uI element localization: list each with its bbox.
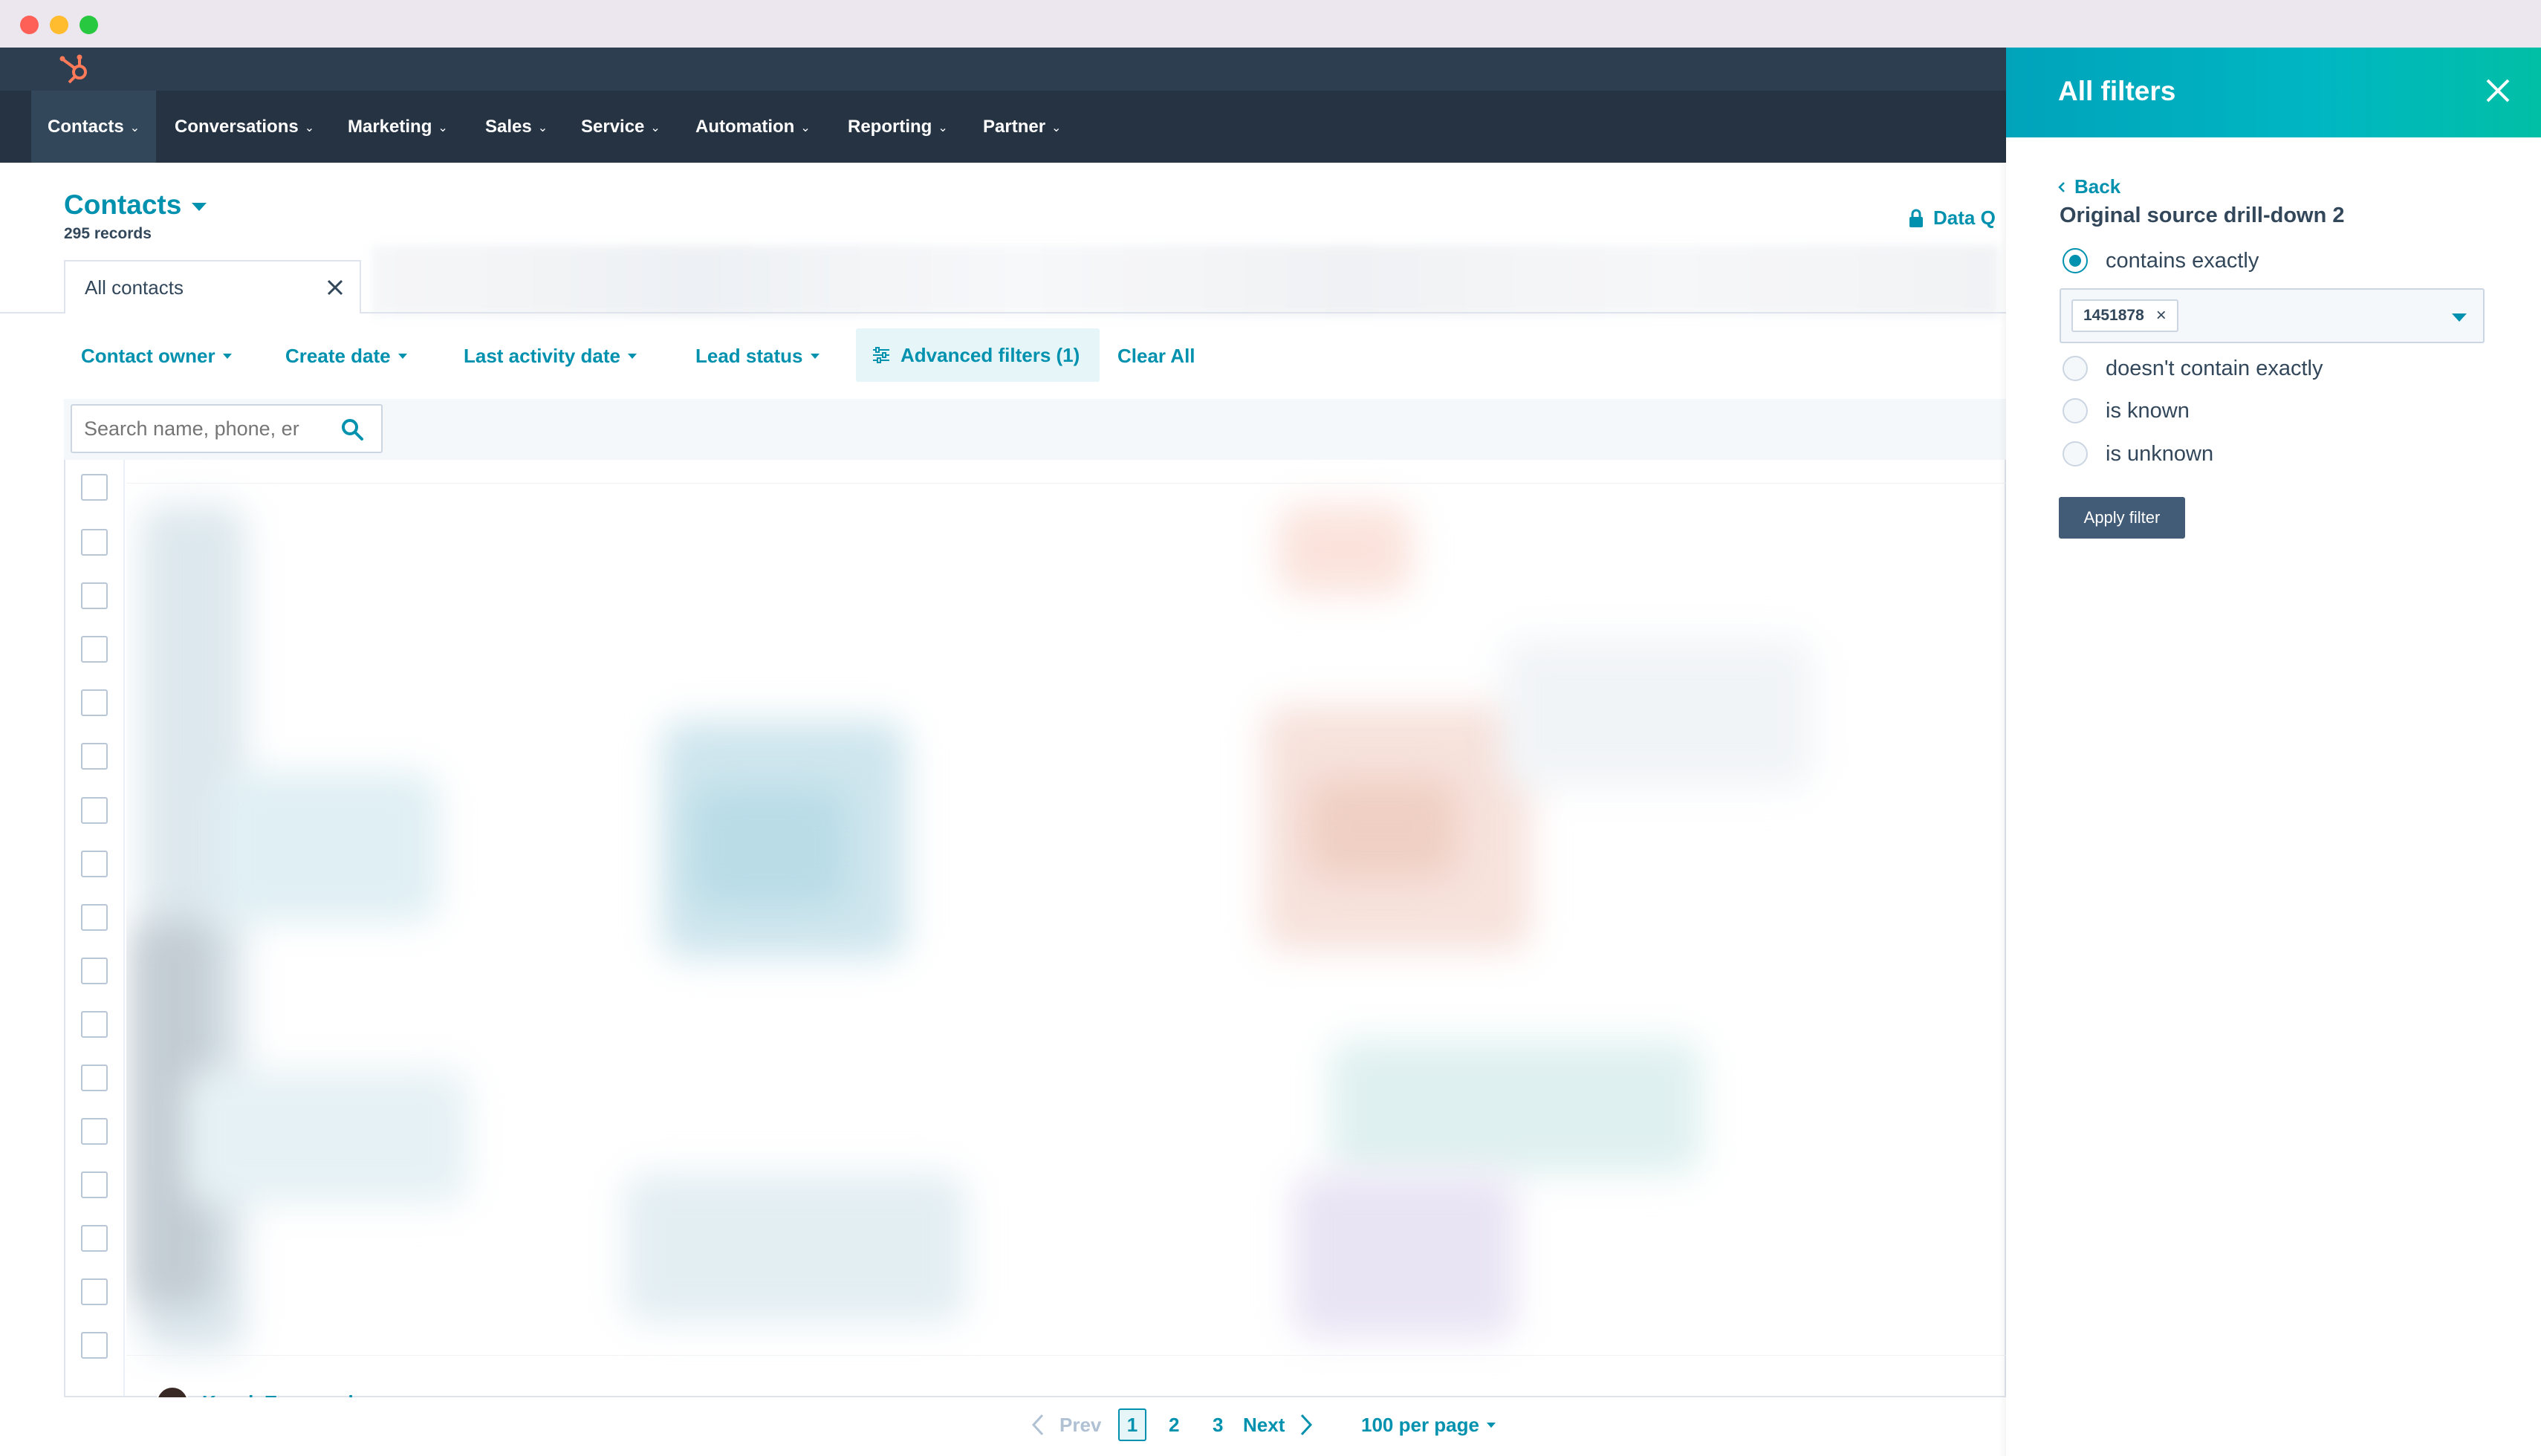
caret-down-icon (627, 353, 637, 359)
chevron-left-icon (1031, 1414, 1044, 1436)
nav-service[interactable]: Service ⌄ (565, 91, 677, 163)
pagination-bar (0, 1397, 2006, 1456)
window-close-icon[interactable] (20, 16, 39, 34)
radio-unselected[interactable] (2063, 441, 2088, 467)
row-checkbox[interactable] (81, 636, 108, 663)
nav-contacts[interactable]: Contacts ⌄ (31, 91, 157, 163)
row-checkbox[interactable] (81, 958, 108, 984)
next-page-button[interactable]: Next (1243, 1408, 1313, 1441)
row-divider (126, 1355, 2006, 1356)
filter-property-name: Original source drill-down 2 (2060, 204, 2345, 227)
page-2-button[interactable]: 2 (1169, 1408, 1179, 1441)
caret-down-icon (222, 353, 232, 359)
nav-marketing[interactable]: Marketing ⌄ (331, 91, 464, 163)
radio-selected[interactable] (2063, 248, 2088, 273)
lock-icon (1909, 209, 1923, 227)
filter-create-date[interactable]: Create date (285, 330, 407, 382)
remove-tag-icon[interactable]: × (2156, 307, 2167, 325)
nav-conversations[interactable]: Conversations ⌄ (158, 91, 331, 163)
blurred-view-tabs (371, 245, 1999, 316)
top-bar (0, 48, 2006, 91)
row-checkbox[interactable] (81, 1171, 108, 1198)
row-checkbox[interactable] (81, 582, 108, 609)
window-minimize-icon[interactable] (50, 16, 68, 34)
chevron-down-icon: ⌄ (938, 121, 948, 134)
row-checkbox[interactable] (81, 1065, 108, 1091)
row-checkbox[interactable] (81, 851, 108, 877)
radio-unselected[interactable] (2063, 356, 2088, 381)
chevron-down-icon: ⌄ (438, 121, 448, 134)
chevron-left-icon (2058, 181, 2065, 192)
search-input[interactable] (84, 417, 322, 441)
row-checkbox[interactable] (81, 743, 108, 770)
filter-lead-status[interactable]: Lead status (695, 330, 820, 382)
blurred-table-rows (126, 461, 1976, 1382)
prev-page-button[interactable]: Prev (1031, 1408, 1101, 1441)
chevron-down-icon: ⌄ (1051, 121, 1062, 134)
view-tab-all-contacts[interactable]: All contacts (64, 260, 361, 313)
apply-filter-button[interactable]: Apply filter (2059, 497, 2185, 539)
record-count: 295 records (64, 225, 152, 242)
window-titlebar (0, 0, 2541, 48)
chevron-right-icon (1301, 1414, 1313, 1436)
chevron-down-icon: ⌄ (304, 121, 315, 134)
operator-contains-exactly[interactable]: contains exactly (2063, 248, 2259, 273)
select-all-checkbox[interactable] (81, 474, 108, 501)
clear-all-button[interactable]: Clear All (1117, 330, 1195, 382)
page-1-button[interactable]: 1 (1118, 1408, 1146, 1441)
hubspot-logo-icon[interactable] (56, 52, 94, 86)
nav-automation[interactable]: Automation ⌄ (679, 91, 827, 163)
filter-last-activity-date[interactable]: Last activity date (464, 330, 637, 382)
row-checkbox[interactable] (81, 1011, 108, 1038)
nav-reporting[interactable]: Reporting ⌄ (831, 91, 964, 163)
chevron-down-icon: ⌄ (800, 121, 811, 134)
row-checkbox[interactable] (81, 1118, 108, 1145)
row-checkbox[interactable] (81, 1225, 108, 1252)
operator-is-known[interactable]: is known (2063, 398, 2190, 423)
radio-unselected[interactable] (2063, 398, 2088, 423)
advanced-filters-button[interactable]: Advanced filters (1) (856, 328, 1100, 382)
caret-down-icon (192, 202, 207, 211)
row-divider (126, 483, 2006, 484)
close-icon[interactable] (325, 278, 345, 297)
value-tag: 1451878 × (2071, 299, 2178, 332)
chevron-down-icon: ⌄ (129, 121, 140, 134)
nav-sales[interactable]: Sales ⌄ (469, 91, 564, 163)
window-maximize-icon[interactable] (79, 16, 98, 34)
page-3-button[interactable]: 3 (1213, 1408, 1223, 1441)
operator-doesnt-contain-exactly[interactable]: doesn't contain exactly (2063, 356, 2323, 381)
back-link[interactable]: Back (2058, 175, 2120, 198)
page-title: Contacts (64, 189, 182, 220)
per-page-select[interactable]: 100 per page (1361, 1408, 1496, 1441)
table-search[interactable] (71, 404, 383, 453)
chevron-down-icon: ⌄ (537, 121, 548, 134)
data-quality-link[interactable]: Data Q (1908, 207, 1996, 230)
caret-down-icon (397, 353, 407, 359)
row-checkbox[interactable] (81, 1278, 108, 1305)
row-checkbox[interactable] (81, 1332, 108, 1359)
sliders-icon (873, 347, 889, 363)
row-checkbox[interactable] (81, 689, 108, 716)
caret-down-icon (810, 353, 820, 359)
search-icon[interactable] (340, 417, 365, 442)
operator-is-unknown[interactable]: is unknown (2063, 441, 2213, 467)
caret-down-icon[interactable] (2452, 313, 2467, 322)
object-switcher[interactable]: Contacts (64, 189, 207, 221)
value-select[interactable]: 1451878 × (2060, 288, 2485, 343)
chevron-down-icon: ⌄ (650, 121, 661, 134)
row-checkbox[interactable] (81, 904, 108, 931)
row-checkbox[interactable] (81, 529, 108, 556)
close-icon[interactable] (2482, 74, 2514, 107)
row-checkbox[interactable] (81, 797, 108, 824)
caret-down-icon (1486, 1422, 1496, 1428)
nav-partner[interactable]: Partner ⌄ (967, 91, 1077, 163)
filter-contact-owner[interactable]: Contact owner (81, 330, 232, 382)
panel-title: All filters (2058, 76, 2176, 106)
